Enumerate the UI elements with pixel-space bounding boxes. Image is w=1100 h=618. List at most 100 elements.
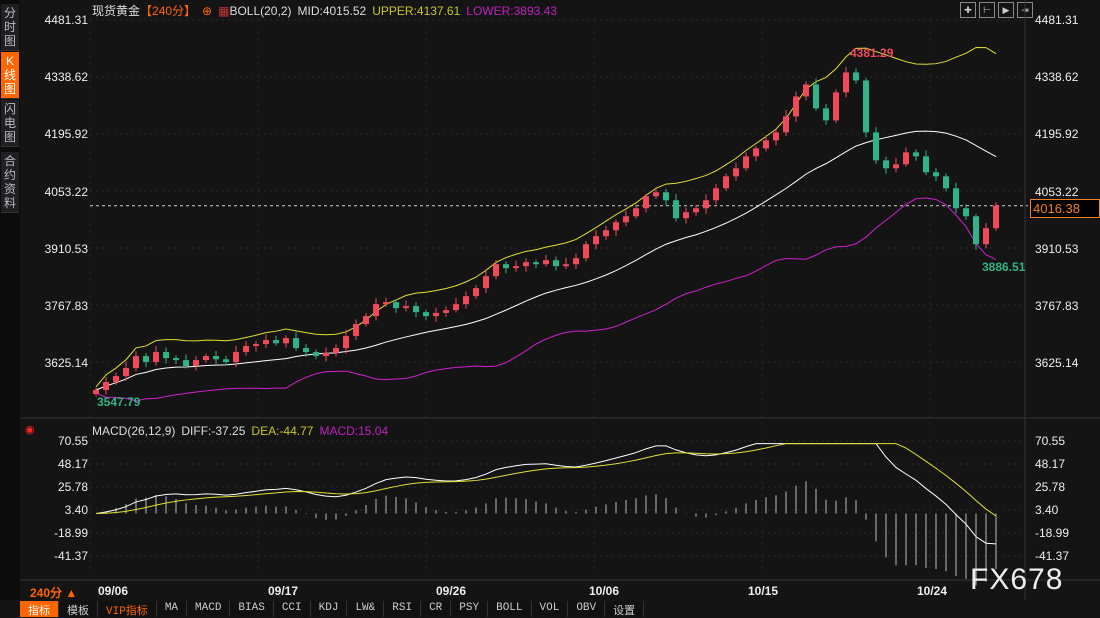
current-price-box: 4016.38 [1030,199,1100,218]
tab-4[interactable]: MACD [187,601,231,617]
candle [443,310,449,313]
candle [643,196,649,209]
macd-axis-label: -18.99 [53,526,88,540]
candle [163,352,169,359]
tab-3[interactable]: MA [156,601,188,617]
candle [423,312,429,317]
macd-axis-label: 70.55 [57,434,88,448]
price-axis-label: 4195.92 [44,127,88,142]
candle [803,84,809,97]
candle [933,172,939,177]
price-axis-label: 3767.83 [44,299,88,313]
candle [763,140,769,149]
candle [283,338,289,344]
candle [313,352,319,357]
tab-8[interactable]: LW& [347,601,385,617]
candle [713,188,719,201]
candle [253,344,259,347]
candle [913,152,919,157]
price-axis-label: 3910.53 [1035,241,1079,256]
candle [953,188,959,209]
candle [873,132,879,161]
candle [613,222,619,231]
tab-0[interactable]: 指标 [20,601,59,618]
candle [563,264,569,267]
price-axis-label: 3910.53 [44,241,88,256]
macd-axis-label: -18.99 [1035,526,1070,540]
candle [743,156,749,169]
macd-axis-label: 25.78 [57,480,88,494]
date-label: 10/15 [748,584,779,598]
recent-low-annotation: 3886.51 [982,260,1026,274]
candle [413,306,419,313]
candle [703,200,709,209]
tab-12[interactable]: BOLL [488,601,532,617]
boll-upper-line [95,46,997,388]
candle [823,108,829,121]
candle [113,376,119,383]
price-axis-label: 4338.62 [44,70,88,85]
candle [363,316,369,325]
candle [303,348,309,353]
tab-6[interactable]: CCI [273,601,311,617]
price-axis-label: 4481.31 [44,13,88,27]
tab-5[interactable]: BIAS [230,601,274,617]
macd-axis-label: 25.78 [1035,480,1066,494]
tab-13[interactable]: VOL [531,601,569,617]
candle [733,168,739,177]
price-axis-label: 4053.22 [44,184,88,199]
candle [723,176,729,189]
price-axis-label: 4195.92 [1035,127,1079,142]
candle [683,212,689,219]
candle [153,352,159,363]
tab-14[interactable]: OBV [568,601,606,617]
candle [463,296,469,305]
tab-9[interactable]: RSI [384,601,422,617]
candle [373,304,379,317]
date-label: 10/24 [917,584,948,598]
candle [453,304,459,311]
candle [543,260,549,265]
candle [943,176,949,189]
candle [863,80,869,133]
candle [243,346,249,353]
candle [203,356,209,361]
high-annotation: 4381.29 [850,46,894,60]
boll-lower-line [95,197,997,402]
candle [353,324,359,337]
chart-canvas[interactable] [0,0,1100,617]
date-label: 09/17 [268,584,299,598]
candle [233,352,239,363]
price-axis-label: 4053.22 [1035,184,1079,199]
candle [343,336,349,349]
candle [923,156,929,173]
candle [883,160,889,169]
candle [523,262,529,267]
date-label: 10/06 [589,584,620,598]
candle [533,262,539,265]
candle [593,236,599,245]
price-axis-label: 3625.14 [44,356,88,371]
macd-diff-line [95,443,997,545]
candle [383,302,389,305]
tab-11[interactable]: PSY [451,601,489,617]
tab-15[interactable]: 设置 [605,601,645,618]
candle [673,200,679,219]
candle [633,208,639,217]
candle [693,208,699,213]
candle [263,340,269,345]
tab-2[interactable]: VIP指标 [98,601,157,618]
macd-axis-label: 48.17 [57,457,88,471]
candle [433,312,439,317]
macd-axis-label: 3.40 [1035,503,1059,517]
macd-axis-label: 70.55 [1035,434,1066,448]
candle [893,164,899,169]
tab-7[interactable]: KDJ [310,601,348,617]
candle [513,266,519,269]
candle [833,92,839,121]
tab-10[interactable]: CR [421,601,452,617]
period-selector[interactable]: 240分 ▲ [30,584,77,601]
candle [123,368,129,377]
price-axis-label: 4481.31 [1035,13,1079,27]
tab-1[interactable]: 模板 [59,601,98,618]
